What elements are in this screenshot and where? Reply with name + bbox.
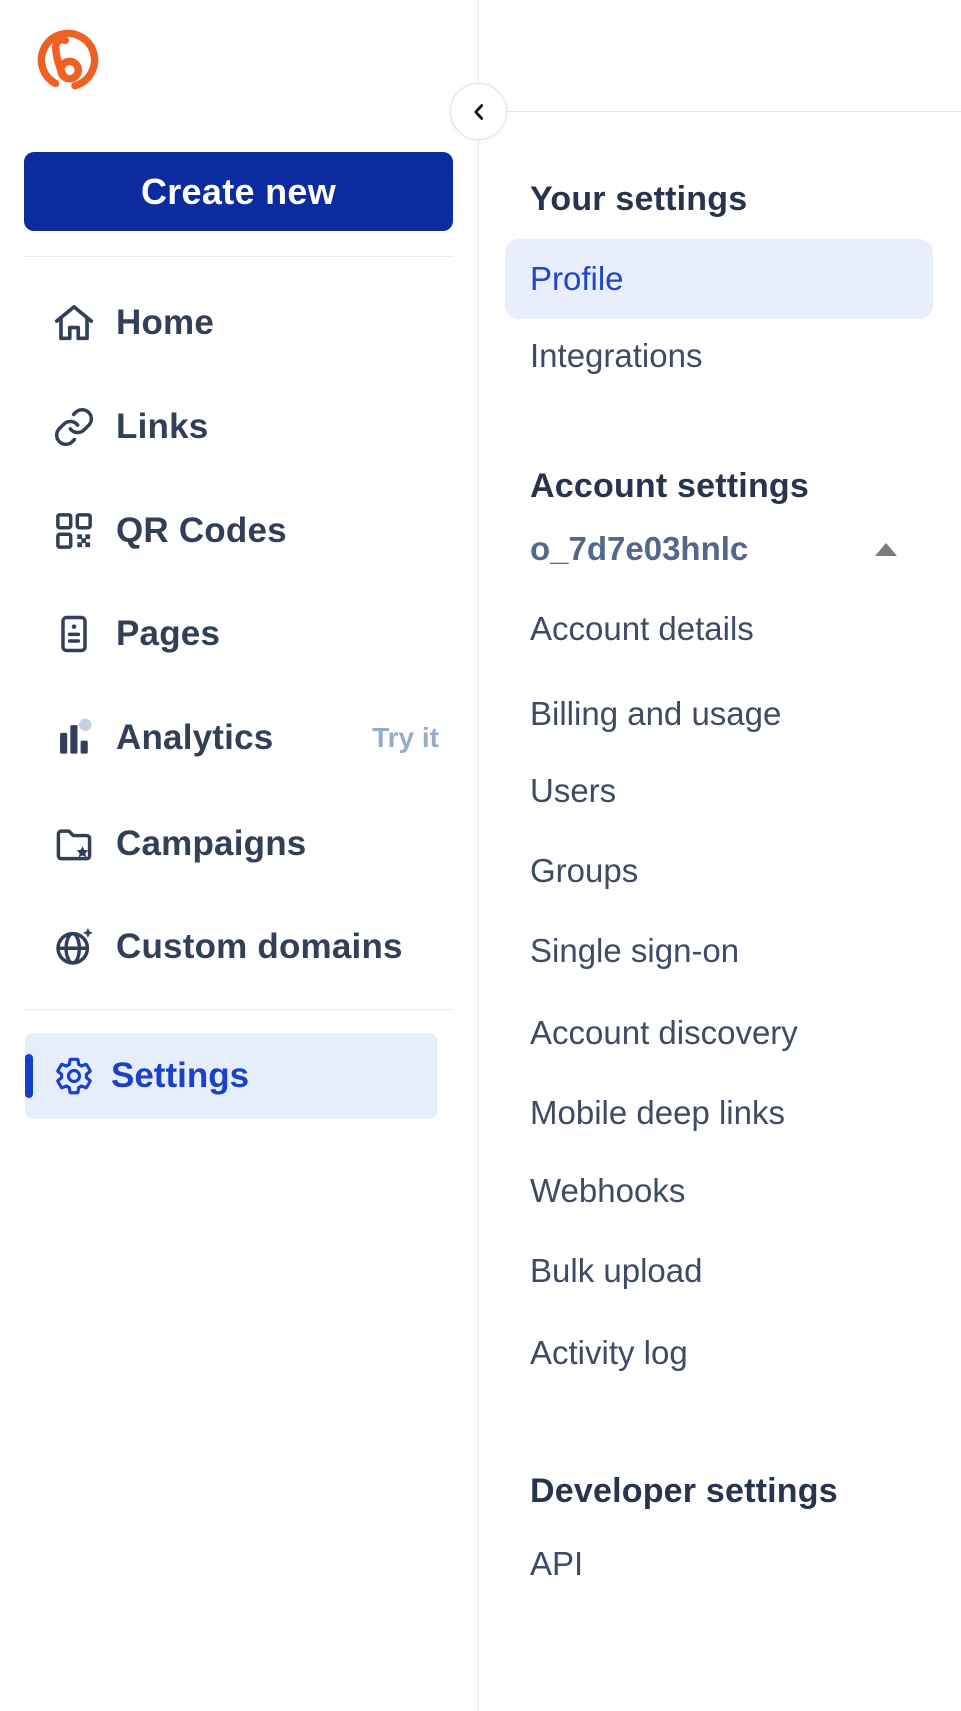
caret-up-icon bbox=[875, 542, 897, 556]
try-it-badge: Try it bbox=[372, 722, 439, 753]
sidebar-item-label: Custom domains bbox=[116, 927, 403, 966]
sidebar-item-label: Home bbox=[116, 303, 215, 342]
menu-item-groups[interactable]: Groups bbox=[505, 831, 933, 911]
sidebar-item-home[interactable]: Home bbox=[24, 288, 453, 358]
sidebar-item-pages[interactable]: Pages bbox=[24, 599, 453, 669]
menu-item-integrations[interactable]: Integrations bbox=[505, 316, 933, 396]
sidebar-item-label: Analytics bbox=[116, 718, 274, 757]
settings-menu-panel: Your settings Profile Integrations Accou… bbox=[479, 111, 961, 1711]
menu-item-mobile-deep-links[interactable]: Mobile deep links bbox=[505, 1073, 933, 1153]
menu-item-api[interactable]: API bbox=[505, 1524, 933, 1604]
menu-item-activity-log[interactable]: Activity log bbox=[505, 1313, 933, 1393]
sidebar-item-label: QR Codes bbox=[116, 511, 287, 550]
org-selector[interactable]: o_7d7e03hnlc bbox=[505, 509, 933, 589]
menu-item-account-details[interactable]: Account details bbox=[505, 589, 933, 669]
folder-star-icon bbox=[51, 821, 97, 867]
menu-item-bulk-upload[interactable]: Bulk upload bbox=[505, 1231, 933, 1311]
sidebar-item-qr-codes[interactable]: QR Codes bbox=[24, 496, 453, 566]
menu-item-account-discovery[interactable]: Account discovery bbox=[505, 993, 933, 1073]
active-indicator-bar bbox=[25, 1054, 33, 1098]
pages-icon bbox=[51, 611, 97, 657]
section-heading-account-settings: Account settings bbox=[530, 467, 810, 505]
menu-item-users[interactable]: Users bbox=[505, 751, 933, 831]
home-icon bbox=[51, 300, 97, 346]
gear-icon bbox=[53, 1055, 95, 1097]
section-heading-your-settings: Your settings bbox=[530, 180, 748, 218]
sidebar-item-label: Campaigns bbox=[116, 824, 307, 863]
create-new-button[interactable]: Create new bbox=[24, 152, 453, 231]
section-heading-developer-settings: Developer settings bbox=[530, 1472, 838, 1510]
menu-item-webhooks[interactable]: Webhooks bbox=[505, 1151, 933, 1231]
sidebar-item-settings[interactable]: Settings bbox=[25, 1033, 437, 1119]
sidebar-item-label: Pages bbox=[116, 614, 221, 653]
sidebar-divider-bottom bbox=[24, 1009, 453, 1010]
sidebar-item-analytics[interactable]: Analytics Try it bbox=[24, 703, 453, 773]
bitly-logo[interactable] bbox=[34, 26, 102, 94]
sidebar-item-campaigns[interactable]: Campaigns bbox=[24, 809, 453, 879]
collapse-sidebar-button[interactable] bbox=[450, 83, 507, 140]
link-icon bbox=[51, 404, 97, 450]
sidebar-item-custom-domains[interactable]: Custom domains bbox=[24, 912, 453, 982]
org-id-value: o_7d7e03hnlc bbox=[530, 530, 749, 567]
bar-chart-icon bbox=[51, 715, 97, 761]
sidebar-item-label: Links bbox=[116, 407, 209, 446]
menu-item-single-sign-on[interactable]: Single sign-on bbox=[505, 911, 933, 991]
menu-item-billing-and-usage[interactable]: Billing and usage bbox=[505, 674, 933, 754]
menu-item-profile[interactable]: Profile bbox=[505, 239, 933, 319]
sidebar-divider-top bbox=[24, 256, 453, 257]
sidebar-item-links[interactable]: Links bbox=[24, 392, 453, 462]
qr-code-icon bbox=[51, 508, 97, 554]
bitly-settings-page: Create new Home Links QR Codes Pages Ana… bbox=[0, 0, 961, 1711]
sidebar-item-label: Settings bbox=[111, 1056, 250, 1095]
chevron-left-icon bbox=[473, 103, 483, 120]
globe-icon bbox=[51, 924, 97, 970]
sidebar: Create new Home Links QR Codes Pages Ana… bbox=[0, 0, 478, 1711]
bitly-b-icon bbox=[37, 29, 99, 91]
